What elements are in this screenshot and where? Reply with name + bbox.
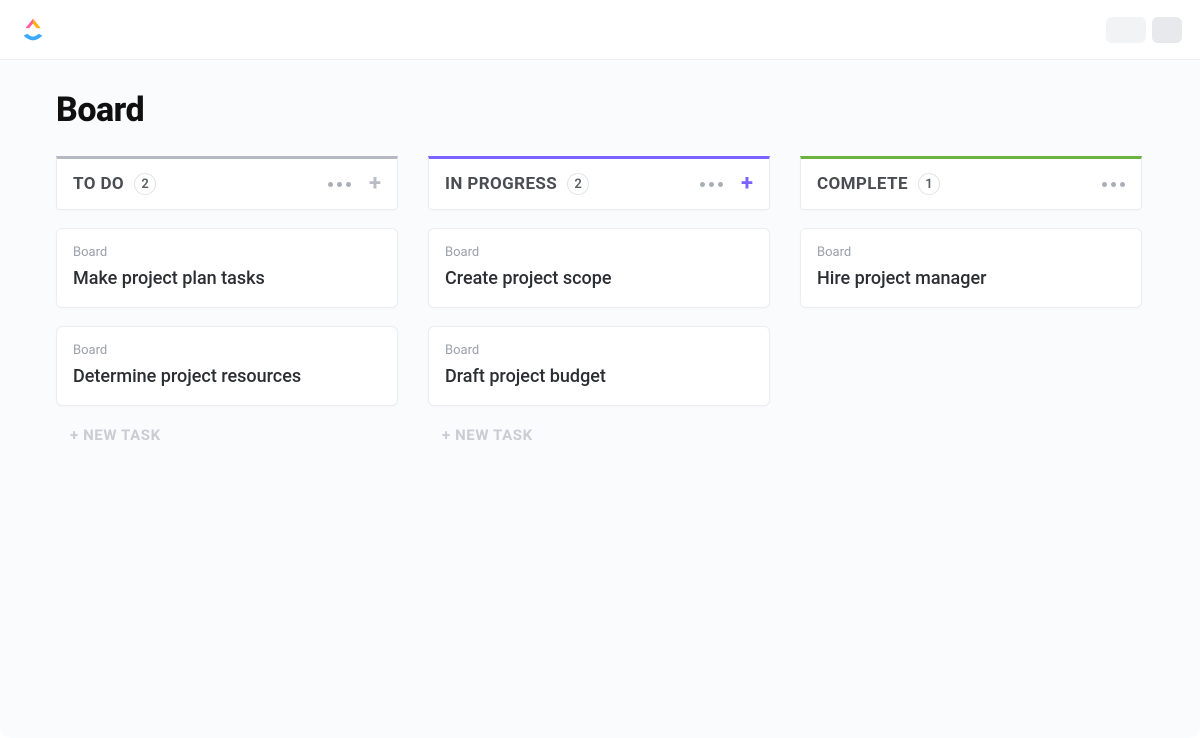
column-complete: COMPLETE 1 Board Hire project manager bbox=[800, 156, 1142, 450]
card-title: Draft project budget bbox=[445, 366, 753, 387]
board-columns: TO DO 2 + Board Make project plan tasks … bbox=[56, 156, 1144, 450]
card-list-label: Board bbox=[73, 343, 381, 358]
card-title: Make project plan tasks bbox=[73, 268, 381, 289]
column-count-badge: 1 bbox=[918, 173, 940, 195]
column-count-badge: 2 bbox=[567, 173, 589, 195]
task-card[interactable]: Board Hire project manager bbox=[800, 228, 1142, 308]
column-header-complete: COMPLETE 1 bbox=[800, 156, 1142, 210]
task-card[interactable]: Board Create project scope bbox=[428, 228, 770, 308]
app-logo-icon bbox=[18, 15, 48, 45]
column-title: TO DO bbox=[73, 174, 124, 194]
card-title: Hire project manager bbox=[817, 268, 1125, 289]
column-header-in-progress: IN PROGRESS 2 + bbox=[428, 156, 770, 210]
task-card[interactable]: Board Determine project resources bbox=[56, 326, 398, 406]
task-card[interactable]: Board Make project plan tasks bbox=[56, 228, 398, 308]
topbar-button-1[interactable] bbox=[1106, 17, 1146, 43]
column-todo: TO DO 2 + Board Make project plan tasks … bbox=[56, 156, 398, 450]
plus-icon[interactable]: + bbox=[369, 173, 381, 195]
topbar-button-2[interactable] bbox=[1152, 17, 1182, 43]
card-list-label: Board bbox=[73, 245, 381, 260]
column-count-badge: 2 bbox=[134, 173, 156, 195]
plus-icon[interactable]: + bbox=[741, 173, 753, 195]
topbar-actions bbox=[1106, 17, 1182, 43]
more-icon[interactable] bbox=[328, 182, 351, 187]
card-list-label: Board bbox=[445, 245, 753, 260]
card-title: Create project scope bbox=[445, 268, 753, 289]
task-card[interactable]: Board Draft project budget bbox=[428, 326, 770, 406]
column-title: COMPLETE bbox=[817, 174, 908, 194]
column-title: IN PROGRESS bbox=[445, 174, 557, 194]
new-task-button[interactable]: + NEW TASK bbox=[56, 420, 398, 450]
page-title: Board bbox=[56, 90, 1144, 130]
more-icon[interactable] bbox=[700, 182, 723, 187]
column-header-todo: TO DO 2 + bbox=[56, 156, 398, 210]
topbar bbox=[0, 0, 1200, 60]
card-list-label: Board bbox=[817, 245, 1125, 260]
card-title: Determine project resources bbox=[73, 366, 381, 387]
card-list-label: Board bbox=[445, 343, 753, 358]
new-task-button[interactable]: + NEW TASK bbox=[428, 420, 770, 450]
column-in-progress: IN PROGRESS 2 + Board Create project sco… bbox=[428, 156, 770, 450]
more-icon[interactable] bbox=[1102, 182, 1125, 187]
